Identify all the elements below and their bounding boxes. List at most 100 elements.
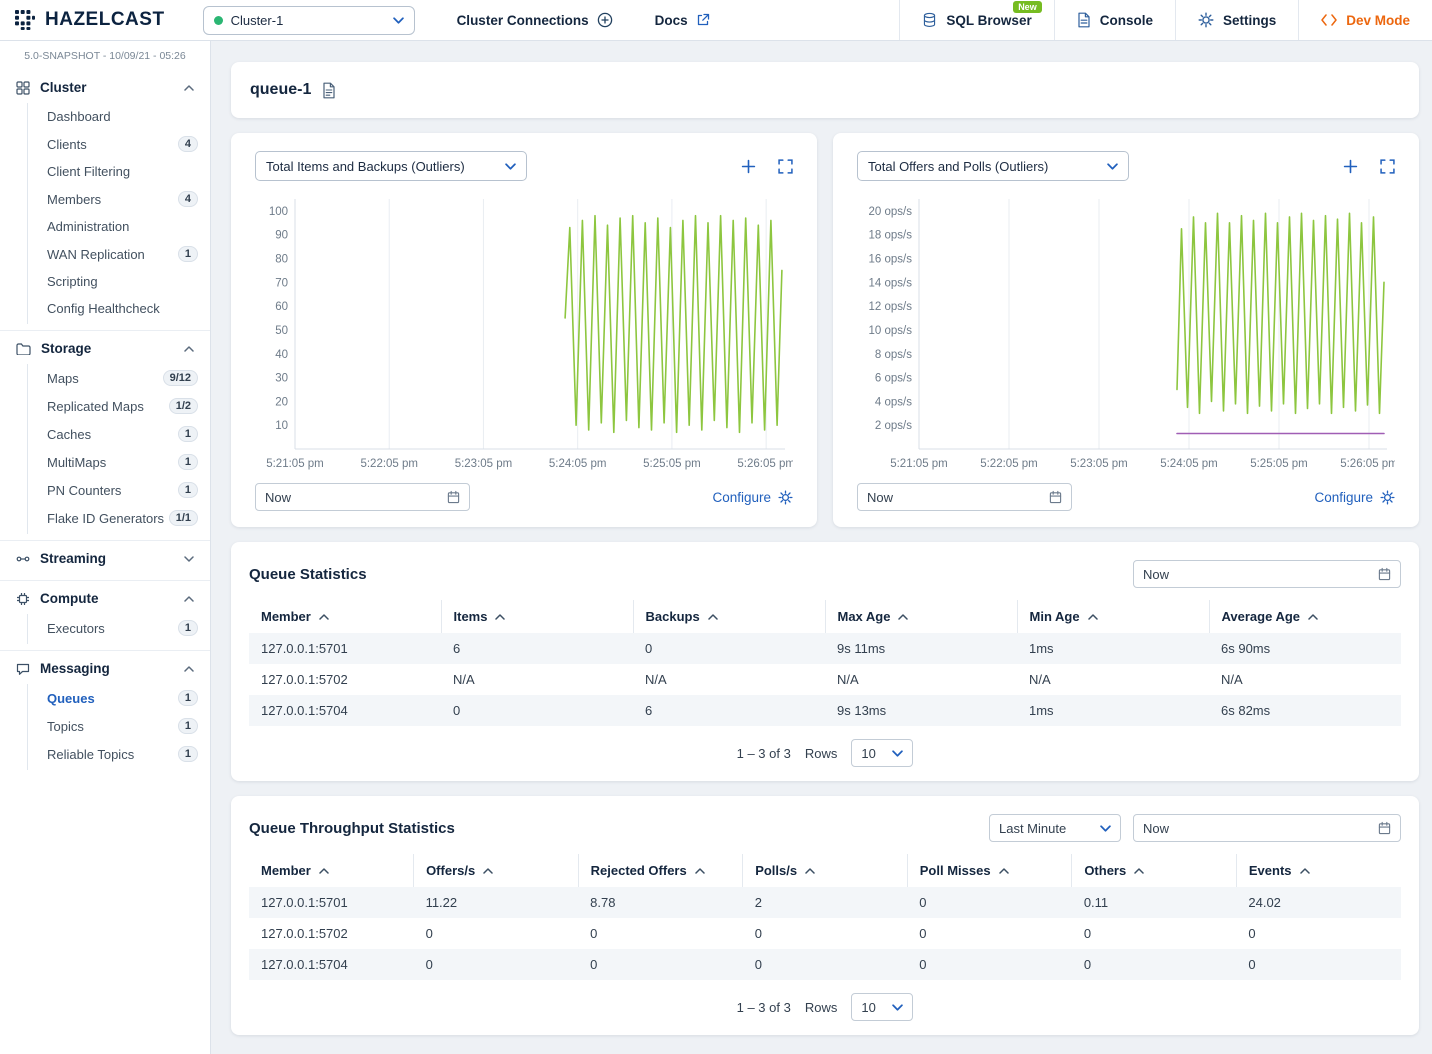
item-label: Topics — [47, 719, 84, 734]
table-row[interactable]: 127.0.0.1:570111.228.78200.1124.02 — [249, 887, 1401, 918]
cell: 24.02 — [1236, 887, 1401, 918]
settings-label: Settings — [1223, 13, 1276, 28]
chart-date-picker[interactable]: Now — [857, 483, 1072, 511]
table-row[interactable]: 127.0.0.1:5702N/AN/AN/AN/AN/A — [249, 664, 1401, 695]
item-label: Config Healthcheck — [47, 301, 160, 316]
sidebar-item-flake-id-generators[interactable]: Flake ID Generators1/1 — [28, 504, 198, 532]
sidebar-item-scripting[interactable]: Scripting — [28, 268, 198, 295]
sort-asc-icon[interactable] — [319, 614, 329, 620]
cell: 0 — [743, 949, 908, 980]
cell: N/A — [1209, 664, 1401, 695]
table-row[interactable]: 127.0.0.1:5702000000 — [249, 918, 1401, 949]
sidebar-item-topics[interactable]: Topics1 — [28, 712, 198, 740]
sort-asc-icon[interactable] — [708, 614, 718, 620]
table-row[interactable]: 127.0.0.1:5701609s 11ms1ms6s 90ms — [249, 633, 1401, 664]
metric-selector[interactable]: Total Items and Backups (Outliers) — [255, 151, 527, 181]
sidebar-section-header-compute[interactable]: Compute — [0, 583, 210, 614]
sidebar-item-caches[interactable]: Caches1 — [28, 420, 198, 448]
sidebar-item-members[interactable]: Members4 — [28, 185, 198, 213]
queue-doc-icon[interactable] — [322, 82, 336, 99]
sidebar-item-replicated-maps[interactable]: Replicated Maps 1/2 — [28, 392, 198, 420]
svg-text:80: 80 — [275, 254, 288, 266]
cell: 0 — [907, 949, 1072, 980]
cluster-status-dot — [214, 16, 223, 25]
dev-mode-label: Dev Mode — [1346, 13, 1410, 28]
sidebar-item-queues[interactable]: Queues1 — [28, 684, 198, 712]
sidebar-item-executors[interactable]: Executors1 — [28, 614, 198, 642]
sidebar-item-config-healthcheck[interactable]: Config Healthcheck — [28, 295, 198, 322]
cluster-selector[interactable]: Cluster-1 — [203, 6, 415, 35]
docs-link[interactable]: Docs — [655, 0, 710, 40]
sql-browser-button[interactable]: New SQL Browser — [899, 0, 1053, 40]
queue-throughput-table: Member Offers/s Rejected Offers Polls/s … — [249, 854, 1401, 980]
calendar-icon — [1049, 490, 1062, 504]
sort-asc-icon[interactable] — [1088, 614, 1098, 620]
sidebar-item-multimaps[interactable]: MultiMaps1 — [28, 448, 198, 476]
configure-link[interactable]: Configure — [1314, 490, 1395, 505]
sort-asc-icon[interactable] — [1300, 868, 1310, 874]
chevron-down-icon — [892, 750, 903, 757]
sidebar-item-clients[interactable]: Clients4 — [28, 130, 198, 158]
console-label: Console — [1100, 13, 1153, 28]
sidebar-item-dashboard[interactable]: Dashboard — [28, 103, 198, 130]
fullscreen-icon[interactable] — [778, 159, 793, 174]
sidebar-section-header-messaging[interactable]: Messaging — [0, 653, 210, 684]
sidebar-item-wan-replication[interactable]: WAN Replication1 — [28, 240, 198, 268]
sort-asc-icon[interactable] — [483, 868, 493, 874]
sort-asc-icon[interactable] — [319, 868, 329, 874]
sidebar-item-maps[interactable]: Maps9/12 — [28, 364, 198, 392]
sort-asc-icon[interactable] — [999, 868, 1009, 874]
table-row[interactable]: 127.0.0.1:5704000000 — [249, 949, 1401, 980]
page-size-select[interactable]: 10 — [851, 739, 913, 767]
message-icon — [16, 662, 30, 676]
sidebar-item-administration[interactable]: Administration — [28, 213, 198, 240]
sidebar-item-reliable-topics[interactable]: Reliable Topics1 — [28, 740, 198, 768]
add-chart-icon[interactable] — [1343, 159, 1358, 174]
offers-polls-line-chart: 5:21:05 pm5:22:05 pm5:23:05 pm5:24:05 pm… — [857, 189, 1395, 479]
cell: 0 — [907, 887, 1072, 918]
console-button[interactable]: Console — [1054, 0, 1175, 40]
sidebar-item-client-filtering[interactable]: Client Filtering — [28, 158, 198, 185]
dev-mode-button[interactable]: Dev Mode — [1298, 0, 1432, 40]
stats-date-picker[interactable]: Now — [1133, 560, 1401, 588]
sort-asc-icon[interactable] — [495, 614, 505, 620]
count-badge: 1/2 — [169, 398, 198, 414]
add-cluster-connection-icon[interactable] — [597, 12, 613, 28]
brand-wordmark: HAZELCAST — [45, 9, 165, 31]
new-badge: New — [1013, 1, 1042, 13]
sidebar-section-header-storage[interactable]: Storage — [0, 333, 210, 364]
page-size-select[interactable]: 10 — [851, 993, 913, 1021]
column-header: Poll Misses — [920, 863, 991, 878]
hazelcast-logo: HAZELCAST — [0, 0, 179, 40]
fullscreen-icon[interactable] — [1380, 159, 1395, 174]
sort-asc-icon[interactable] — [898, 614, 908, 620]
table-row[interactable]: 127.0.0.1:5704069s 13ms1ms6s 82ms — [249, 695, 1401, 726]
metric-selector[interactable]: Total Offers and Polls (Outliers) — [857, 151, 1129, 181]
cell-member: 127.0.0.1:5701 — [249, 633, 441, 664]
count-badge: 9/12 — [163, 370, 198, 386]
item-label: Replicated Maps — [47, 399, 144, 414]
sidebar-section-header-cluster[interactable]: Cluster — [0, 72, 210, 103]
configure-gear-icon — [1380, 490, 1395, 505]
svg-text:2 ops/s: 2 ops/s — [875, 420, 912, 432]
sort-asc-icon[interactable] — [695, 868, 705, 874]
cluster-connections-label: Cluster Connections — [457, 13, 589, 28]
item-label: Flake ID Generators — [47, 511, 164, 526]
cell: N/A — [441, 664, 633, 695]
sort-asc-icon[interactable] — [1134, 868, 1144, 874]
stats-date-picker[interactable]: Now — [1133, 814, 1401, 842]
add-chart-icon[interactable] — [741, 159, 756, 174]
chart-date-picker[interactable]: Now — [255, 483, 470, 511]
cluster-connections-link[interactable]: Cluster Connections — [457, 0, 613, 40]
topbar: HAZELCAST Cluster-1 Cluster Connections … — [0, 0, 1432, 41]
period-select[interactable]: Last Minute — [989, 814, 1121, 842]
sort-asc-icon[interactable] — [1308, 614, 1318, 620]
svg-text:4 ops/s: 4 ops/s — [875, 396, 912, 408]
svg-text:60: 60 — [275, 301, 288, 313]
configure-link[interactable]: Configure — [712, 490, 793, 505]
cell: 11.22 — [414, 887, 579, 918]
settings-button[interactable]: Settings — [1175, 0, 1298, 40]
sort-asc-icon[interactable] — [805, 868, 815, 874]
sidebar-item-pn-counters[interactable]: PN Counters1 — [28, 476, 198, 504]
sidebar-section-header-streaming[interactable]: Streaming — [0, 543, 210, 574]
